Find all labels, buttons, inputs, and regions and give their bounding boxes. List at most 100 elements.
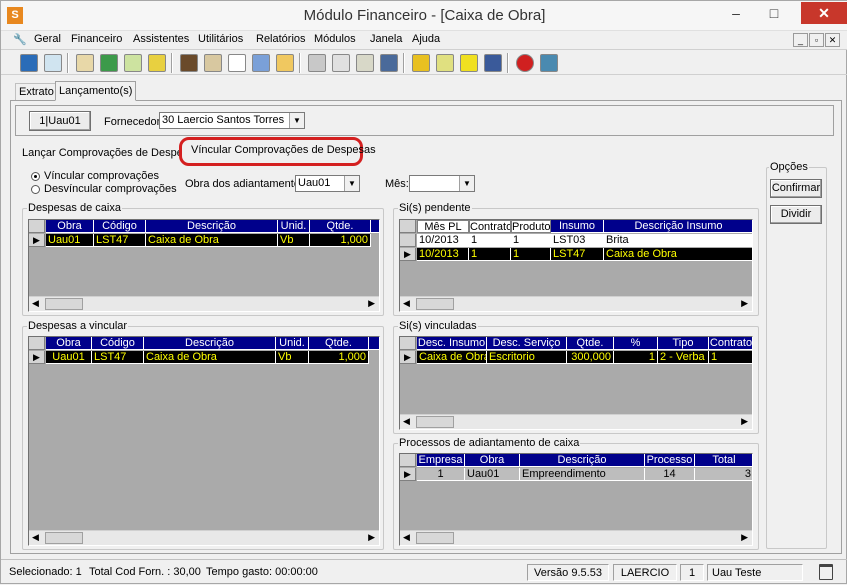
obra-adiantamentos-select[interactable]: Uau01 ▼ — [295, 175, 360, 192]
column-header[interactable]: Qtde. — [310, 220, 371, 233]
table-cell[interactable]: LST03 — [551, 234, 604, 247]
table-cell[interactable]: Escritorio — [487, 351, 567, 364]
si-vinculadas-grid[interactable]: Desc. Insumo Desc. Serviço Qtde. % Tipo … — [399, 336, 753, 430]
tab-lancamentos[interactable]: Lançamento(s) — [55, 81, 137, 101]
menu-assistentes[interactable]: Assistentes — [133, 33, 189, 45]
table-cell[interactable]: Caixa de Obra — [417, 351, 487, 364]
list-icon[interactable] — [148, 54, 166, 72]
menu-geral[interactable]: Geral — [34, 33, 61, 45]
tools-icon[interactable] — [252, 54, 270, 72]
filter-icon[interactable] — [436, 54, 454, 72]
table-cell[interactable]: 300,000 — [567, 351, 614, 364]
table-cell[interactable]: 1 — [511, 248, 551, 261]
table-cell[interactable]: LST47 — [551, 248, 604, 261]
trash-icon[interactable] — [819, 564, 833, 580]
column-header[interactable]: Descrição — [520, 454, 645, 467]
si-pendente-grid[interactable]: Mês PL Contrato Produto Insumo Descrição… — [399, 219, 753, 312]
table-cell[interactable]: 10/2013 — [417, 234, 469, 247]
table-cell[interactable]: Brita — [604, 234, 752, 247]
table-cell[interactable]: LST47 — [94, 234, 146, 247]
table-cell[interactable]: 1 — [614, 351, 658, 364]
column-header[interactable]: Processo — [645, 454, 695, 467]
column-header[interactable]: Qtde. — [567, 337, 614, 350]
lightning-icon[interactable] — [460, 54, 478, 72]
calendar-icon[interactable] — [228, 54, 246, 72]
despesas-vincular-grid[interactable]: Obra Código Descrição Unid. Qtde. ▶ Uau0… — [28, 336, 380, 546]
table-cell[interactable]: 2 - Verba — [658, 351, 709, 364]
horizontal-scrollbar[interactable]: ◀ ▶ — [29, 296, 379, 311]
table-cell[interactable]: Caixa de Obra — [146, 234, 278, 247]
table-cell[interactable]: 1 — [417, 468, 465, 481]
menu-financeiro[interactable]: Financeiro — [71, 33, 122, 45]
tab-vincular-comprovacoes[interactable]: Víncular Comprovações de Despesas — [191, 144, 376, 156]
column-header[interactable]: Contrato — [469, 220, 511, 233]
table-cell[interactable]: 1 — [469, 234, 511, 247]
mdi-minimize-button[interactable]: _ — [793, 33, 808, 47]
grid-icon[interactable] — [484, 54, 502, 72]
table-cell[interactable]: Caixa de Obra — [144, 351, 276, 364]
table-cell[interactable]: 14 — [645, 468, 695, 481]
print-icon[interactable] — [308, 54, 326, 72]
horizontal-scrollbar[interactable]: ◀ ▶ — [400, 530, 752, 545]
horizontal-scrollbar[interactable]: ◀ ▶ — [29, 530, 379, 545]
column-header[interactable]: Empresa — [417, 454, 465, 467]
table-cell[interactable]: Uau01 — [465, 468, 520, 481]
confirmar-button[interactable]: Confirmar — [770, 179, 822, 198]
table-cell[interactable]: Empreendimento — [520, 468, 645, 481]
radio-desvincular[interactable] — [31, 185, 40, 194]
column-header[interactable]: Código — [94, 220, 146, 233]
column-header[interactable]: Unid. — [278, 220, 310, 233]
books-icon[interactable] — [180, 54, 198, 72]
column-header[interactable]: Descrição Insumo — [604, 220, 752, 233]
column-header[interactable]: Obra — [46, 220, 94, 233]
column-header[interactable]: Código — [92, 337, 144, 350]
fornecedor-select[interactable]: 30 Laercio Santos Torres ▼ — [159, 112, 305, 129]
home-icon[interactable] — [76, 54, 94, 72]
dividir-button[interactable]: Dividir — [770, 205, 822, 224]
menu-utilitarios[interactable]: Utilitários — [198, 33, 243, 45]
mdi-app-icon[interactable]: 🔧 — [13, 33, 27, 46]
column-header[interactable]: Insumo — [551, 220, 604, 233]
obra-code-button[interactable]: 1|Uau01 — [29, 111, 91, 131]
column-header[interactable]: Tipo — [658, 337, 709, 350]
table-cell[interactable]: Uau01 — [46, 234, 94, 247]
table-cell[interactable]: 1 — [511, 234, 551, 247]
processos-grid[interactable]: Empresa Obra Descrição Processo Total ▶ … — [399, 453, 753, 546]
table-cell[interactable]: Uau01 — [46, 351, 92, 364]
horizontal-scrollbar[interactable]: ◀ ▶ — [400, 296, 752, 311]
calculator-icon[interactable] — [380, 54, 398, 72]
close-button[interactable]: ✕ — [801, 2, 847, 24]
horizontal-scrollbar[interactable]: ◀ ▶ — [400, 414, 752, 429]
exit-icon[interactable] — [540, 54, 558, 72]
table-cell[interactable]: Caixa de Obra — [604, 248, 752, 261]
column-header[interactable]: Contrato — [709, 337, 752, 350]
table-cell[interactable]: 3 — [695, 468, 752, 481]
table-cell[interactable]: Vb — [276, 351, 309, 364]
tab-extrato[interactable]: Extrato — [15, 83, 58, 100]
column-header[interactable]: Total — [695, 454, 752, 467]
column-header[interactable]: Mês PL — [417, 220, 469, 233]
lock-icon[interactable] — [412, 54, 430, 72]
menu-relatorios[interactable]: Relatórios — [256, 33, 306, 45]
chevron-down-icon[interactable]: ▼ — [344, 176, 359, 191]
network-icon[interactable] — [20, 54, 38, 72]
despesas-caixa-grid[interactable]: Obra Código Descrição Unid. Qtde. ▶ Uau0… — [28, 219, 380, 312]
minimize-button[interactable]: – — [721, 2, 751, 24]
column-header[interactable]: Descrição — [146, 220, 278, 233]
chevron-down-icon[interactable]: ▼ — [289, 113, 304, 128]
menu-janela[interactable]: Janela — [370, 33, 402, 45]
menu-ajuda[interactable]: Ajuda — [412, 33, 440, 45]
copy-icon[interactable] — [332, 54, 350, 72]
chevron-down-icon[interactable]: ▼ — [459, 176, 474, 191]
edit-icon[interactable] — [124, 54, 142, 72]
table-cell[interactable]: 10/2013 — [417, 248, 469, 261]
column-header[interactable]: Obra — [46, 337, 92, 350]
table-cell[interactable]: LST47 — [92, 351, 144, 364]
table-cell[interactable]: 1 — [469, 248, 511, 261]
radio-vincular[interactable] — [31, 172, 40, 181]
spreadsheet-icon[interactable] — [100, 54, 118, 72]
form-icon[interactable] — [276, 54, 294, 72]
column-header[interactable]: Qtde. — [309, 337, 369, 350]
menu-modulos[interactable]: Módulos — [314, 33, 356, 45]
column-header[interactable]: Unid. — [276, 337, 309, 350]
